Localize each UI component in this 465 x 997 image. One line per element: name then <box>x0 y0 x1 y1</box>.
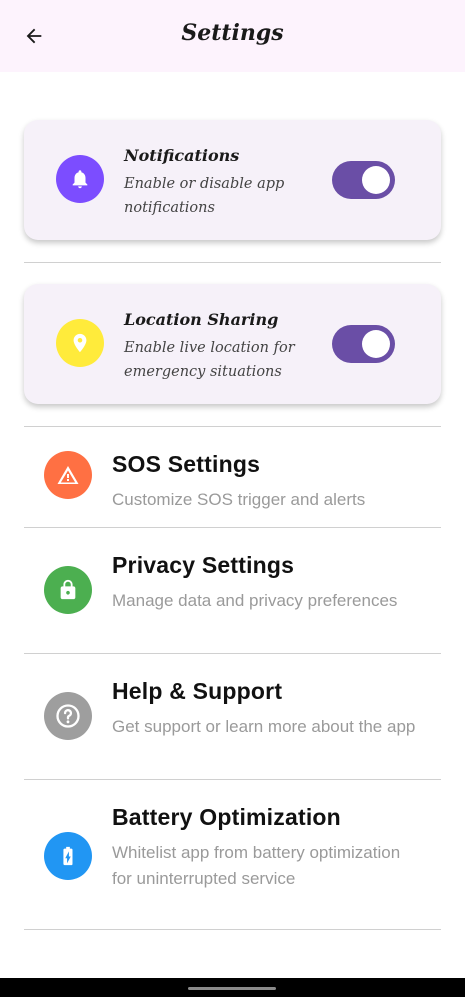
location-sharing-subtitle: Enable live location for emergency situa… <box>124 340 295 380</box>
lock-icon <box>44 566 92 614</box>
divider <box>24 779 441 780</box>
settings-item-privacy[interactable]: Privacy Settings Manage data and privacy… <box>24 552 441 642</box>
divider <box>24 426 441 427</box>
sos-settings-title: SOS Settings <box>112 451 261 477</box>
toggle-knob <box>362 166 390 194</box>
warning-icon <box>44 451 92 499</box>
battery-optimization-subtitle: Whitelist app from battery optimization … <box>112 843 401 888</box>
bell-icon <box>56 155 104 203</box>
settings-item-battery[interactable]: Battery Optimization Whitelist app from … <box>24 804 441 914</box>
location-sharing-title: Location Sharing <box>124 310 279 329</box>
divider <box>24 527 441 528</box>
toggle-knob <box>362 330 390 358</box>
location-pin-icon <box>56 319 104 367</box>
notifications-subtitle: Enable or disable app notifications <box>124 176 285 216</box>
help-circle-icon <box>44 692 92 740</box>
notifications-toggle[interactable] <box>332 161 395 199</box>
settings-item-sos[interactable]: SOS Settings Customize SOS trigger and a… <box>24 451 441 515</box>
location-sharing-card: Location Sharing Enable live location fo… <box>24 284 441 404</box>
help-support-subtitle: Get support or learn more about the app <box>112 717 416 736</box>
divider <box>24 653 441 654</box>
notifications-card: Notifications Enable or disable app noti… <box>24 120 441 240</box>
divider <box>24 262 441 263</box>
app-bar: Settings <box>0 0 465 72</box>
privacy-settings-title: Privacy Settings <box>112 552 295 578</box>
battery-charging-icon <box>44 832 92 880</box>
sos-settings-subtitle: Customize SOS trigger and alerts <box>112 490 366 509</box>
page-title: Settings <box>181 20 284 46</box>
notifications-title: Notifications <box>124 146 240 165</box>
location-sharing-toggle[interactable] <box>332 325 395 363</box>
settings-item-help[interactable]: Help & Support Get support or learn more… <box>24 678 441 768</box>
privacy-settings-subtitle: Manage data and privacy preferences <box>112 591 398 610</box>
battery-optimization-title: Battery Optimization <box>112 804 341 830</box>
divider <box>24 929 441 930</box>
home-gesture-handle[interactable] <box>188 987 276 990</box>
help-support-title: Help & Support <box>112 678 283 704</box>
system-navigation-bar <box>0 978 465 997</box>
